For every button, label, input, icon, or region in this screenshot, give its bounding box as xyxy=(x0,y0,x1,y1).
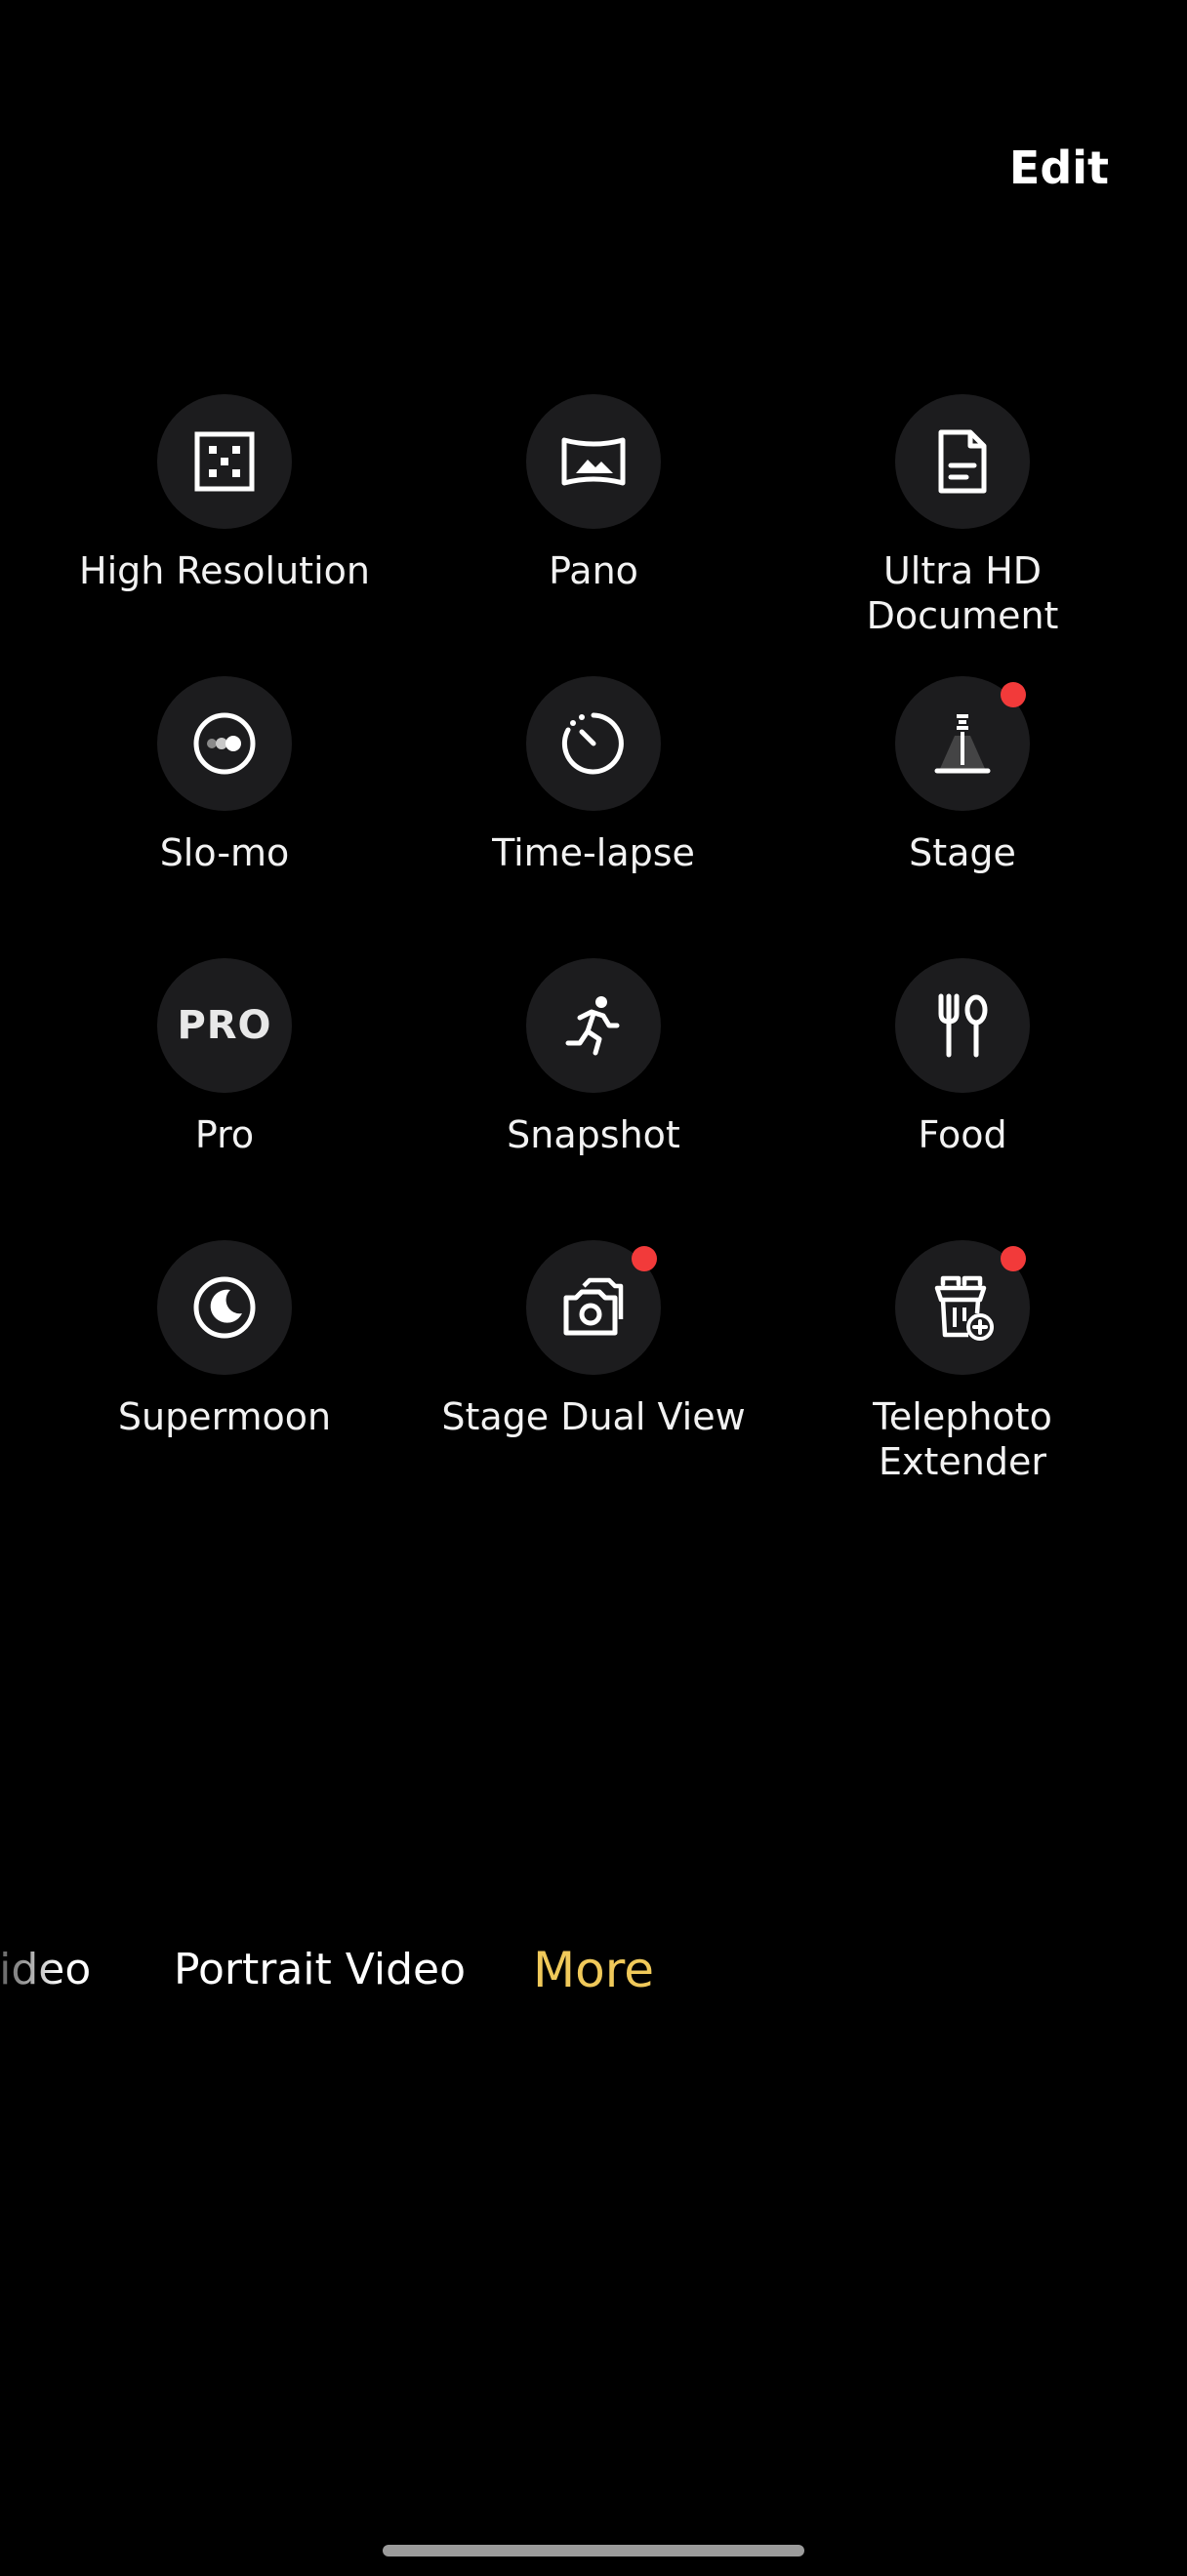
mode-tile-high-resolution[interactable]: High Resolution xyxy=(49,394,400,593)
new-badge xyxy=(1001,1246,1026,1271)
mode-label: Ultra HD Document xyxy=(866,549,1059,637)
time-lapse-icon xyxy=(561,712,624,775)
new-badge xyxy=(632,1246,657,1271)
mode-label: Snapshot xyxy=(507,1113,680,1156)
mode-label: High Resolution xyxy=(79,549,370,592)
mode-label: Supermoon xyxy=(117,1395,332,1438)
dual-camera-icon xyxy=(563,1277,624,1336)
mode-icon-button[interactable] xyxy=(526,676,661,811)
mode-tile-supermoon[interactable]: Supermoon xyxy=(49,1240,400,1439)
mode-label: Food xyxy=(918,1113,1007,1156)
new-badge xyxy=(1001,682,1026,707)
mode-label: Stage xyxy=(909,831,1016,874)
mode-label: Pro xyxy=(194,1113,255,1156)
mode-tile-pano[interactable]: Pano xyxy=(418,394,769,593)
edit-button[interactable]: Edit xyxy=(1009,141,1109,195)
mode-video[interactable]: Video xyxy=(0,1936,91,2004)
mode-tile-slo-mo[interactable]: Slo-mo xyxy=(49,676,400,875)
moon-icon xyxy=(193,1276,256,1339)
pro-icon: PRO xyxy=(177,1003,272,1048)
stage-icon xyxy=(934,714,991,774)
mode-label: Slo-mo xyxy=(159,831,290,874)
mode-more[interactable]: More xyxy=(533,1936,654,2004)
mode-tile-telephoto-extender[interactable]: Telephoto Extender xyxy=(787,1240,1138,1484)
mode-label: Stage Dual View xyxy=(441,1395,746,1438)
mode-tile-pro[interactable]: PRO Pro xyxy=(49,958,400,1157)
mode-icon-button[interactable] xyxy=(895,958,1030,1093)
mode-icon-button[interactable] xyxy=(526,394,661,529)
home-indicator[interactable] xyxy=(383,2545,804,2556)
mode-label: Time-lapse xyxy=(492,831,695,874)
mode-icon-button[interactable] xyxy=(157,394,292,529)
mode-icon-button[interactable] xyxy=(157,676,292,811)
mode-icon-button[interactable] xyxy=(895,394,1030,529)
pano-icon xyxy=(561,437,626,486)
mode-tile-food[interactable]: Food xyxy=(787,958,1138,1157)
running-person-icon xyxy=(565,996,620,1056)
document-icon xyxy=(938,429,987,494)
mode-tile-time-lapse[interactable]: Time-lapse xyxy=(418,676,769,875)
slo-mo-icon xyxy=(193,712,256,775)
mode-icon-button[interactable] xyxy=(895,676,1030,811)
mode-icon-button[interactable]: PRO xyxy=(157,958,292,1093)
mode-tile-snapshot[interactable]: Snapshot xyxy=(418,958,769,1157)
mode-icon-button[interactable] xyxy=(895,1240,1030,1375)
telephoto-extender-icon xyxy=(934,1275,994,1341)
fork-spoon-icon xyxy=(938,993,988,1058)
mode-tile-ultra-hd-document[interactable]: Ultra HD Document xyxy=(787,394,1138,638)
mode-icon-button[interactable] xyxy=(526,1240,661,1375)
mode-tile-stage[interactable]: Stage xyxy=(787,676,1138,875)
camera-mode-bar: Video Portrait Video More xyxy=(0,1936,1187,2004)
high-resolution-icon xyxy=(194,431,255,492)
mode-label: Pano xyxy=(549,549,638,592)
mode-label: Telephoto Extender xyxy=(873,1395,1052,1483)
mode-portrait-video[interactable]: Portrait Video xyxy=(174,1936,466,2004)
mode-icon-button[interactable] xyxy=(157,1240,292,1375)
mode-icon-button[interactable] xyxy=(526,958,661,1093)
mode-tile-stage-dual-view[interactable]: Stage Dual View xyxy=(418,1240,769,1439)
